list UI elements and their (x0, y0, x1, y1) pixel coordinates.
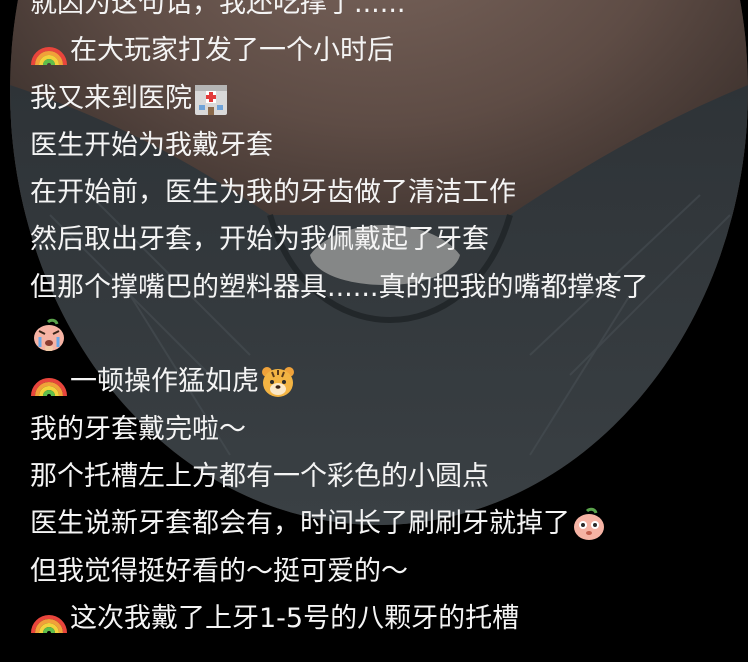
rainbow-icon (30, 364, 70, 400)
peach-face-icon (570, 506, 610, 542)
caption-line: 医生开始为我戴牙套 (30, 128, 742, 175)
caption-line: 但我觉得挺好看的～挺可爱的～ (30, 554, 742, 601)
caption-line-text: 但那个撑嘴巴的塑料器具......真的把我的嘴都撑疼了 (30, 271, 649, 303)
caption-line-text: 然后取出牙套，开始为我佩戴起了牙套 (30, 224, 489, 256)
caption-line-text: 但我觉得挺好看的～挺可爱的～ (30, 555, 408, 587)
caption-line: 但那个撑嘴巴的塑料器具......真的把我的嘴都撑疼了 (30, 270, 742, 317)
rainbow-icon (30, 601, 70, 637)
caption-line: 这次我戴了上牙1-5号的八颗牙的托槽 (30, 601, 742, 648)
hospital-icon (192, 81, 232, 117)
caption-line (30, 317, 742, 364)
caption-line-text: 就因为这句话，我还吃撑了...... (30, 0, 406, 19)
caption-line: 那个托槽左上方都有一个彩色的小圆点 (30, 459, 742, 506)
tiger-face-icon (259, 364, 299, 400)
caption-line-text: 一顿操作猛如虎 (70, 366, 259, 398)
rainbow-icon (30, 33, 70, 69)
caption-line-text: 医生说新牙套都会有，时间长了刷刷牙就掉了 (30, 508, 570, 540)
caption-line-text: 在开始前，医生为我的牙齿做了清洁工作 (30, 177, 516, 209)
caption-line: 我又来到医院 (30, 81, 742, 128)
caption-line-text: 在大玩家打发了一个小时后 (70, 35, 394, 67)
crying-peach-icon (30, 317, 70, 353)
caption-line-text: 我又来到医院 (30, 82, 192, 114)
caption-line-text: 这次我戴了上牙1-5号的八颗牙的托槽 (70, 602, 520, 634)
caption-line: 在开始前，医生为我的牙齿做了清洁工作 (30, 175, 742, 222)
caption-line: 然后取出牙套，开始为我佩戴起了牙套 (30, 222, 742, 269)
caption-line-text: 医生开始为我戴牙套 (30, 129, 273, 161)
caption-line-text: 那个托槽左上方都有一个彩色的小圆点 (30, 460, 489, 492)
caption-line: 在大玩家打发了一个小时后 (30, 33, 742, 80)
caption-text-block: 就因为这句话，我还吃撑了...... 在大玩家打发了一个小时后我又来到医院医生开始… (30, 0, 742, 662)
caption-line: 就因为这句话，我还吃撑了...... (30, 0, 742, 33)
caption-line: 一顿操作猛如虎 (30, 364, 742, 411)
caption-line: 我的牙套戴完啦～ (30, 412, 742, 459)
caption-line-text: 我的牙套戴完啦～ (30, 413, 246, 445)
caption-line: 医生说新牙套都会有，时间长了刷刷牙就掉了 (30, 506, 742, 553)
